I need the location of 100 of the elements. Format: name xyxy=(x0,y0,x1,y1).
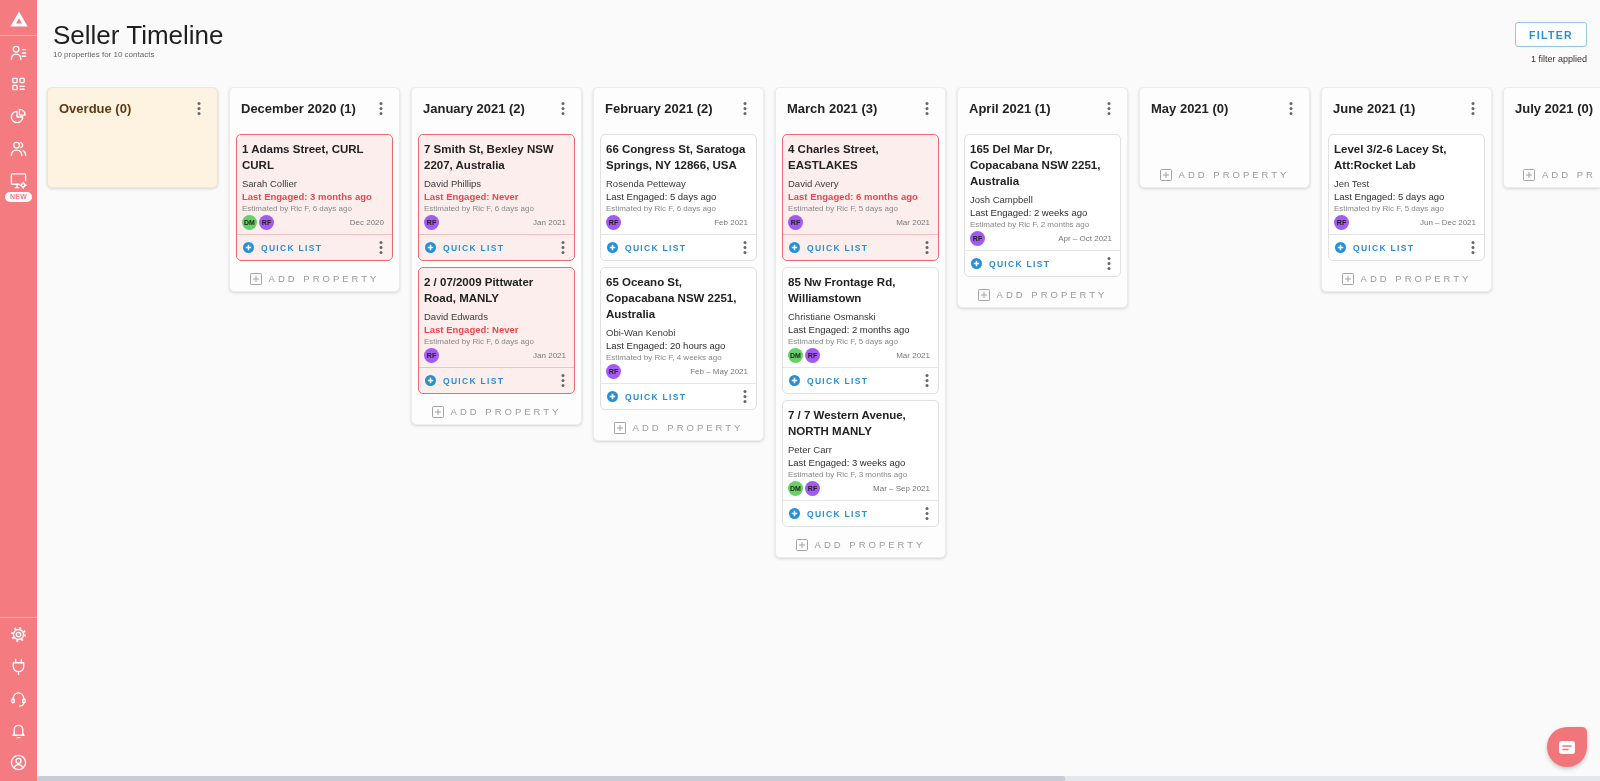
estimate-note: Estimated by Ric F, 5 days ago xyxy=(788,203,899,214)
add-property-button[interactable]: ADD PROPERTY xyxy=(249,266,380,291)
plus-circle-icon xyxy=(789,242,800,253)
property-address: 7 Smith St, Bexley NSW 2207, Australia xyxy=(424,142,555,173)
date-range: Mar – Sep 2021 xyxy=(873,484,930,493)
monitor-gear-icon[interactable] xyxy=(10,172,27,189)
add-property-button[interactable]: ADD PROPERTY xyxy=(1159,162,1290,187)
date-range: Mar 2021 xyxy=(896,351,930,360)
quick-list-button[interactable]: QUICK LIST xyxy=(607,391,687,402)
property-address: 85 Nw Frontage Rd, Williamstown xyxy=(788,275,897,306)
date-range: Mar 2021 xyxy=(896,218,930,227)
scrollbar-thumb[interactable] xyxy=(37,776,1065,781)
contact-name: Jen Test xyxy=(1334,177,1371,190)
plus-square-icon xyxy=(431,405,444,418)
quick-list-button[interactable]: QUICK LIST xyxy=(425,375,505,386)
property-address: 165 Del Mar Dr, Copacabana NSW 2251, Australia xyxy=(970,142,1102,189)
plus-square-icon xyxy=(1523,168,1535,181)
plug-icon[interactable] xyxy=(10,658,27,675)
plus-square-icon xyxy=(613,421,626,434)
more-options-icon[interactable] xyxy=(925,374,929,387)
quick-list-button[interactable]: QUICK LIST xyxy=(789,508,869,519)
column-title: May 2021 (0) xyxy=(1151,100,1229,116)
add-property-button[interactable]: ADD PROPERTY xyxy=(431,399,562,424)
column-title: December 2020 (1) xyxy=(241,100,356,116)
more-options-icon[interactable] xyxy=(561,374,565,387)
more-options-icon[interactable] xyxy=(379,241,383,254)
quick-list-button[interactable]: QUICK LIST xyxy=(425,242,505,253)
last-engaged: Last Engaged: 2 months ago xyxy=(788,323,911,336)
contact-name: Obi-Wan Kenobi xyxy=(606,326,677,339)
add-property-button[interactable]: ADD PROPERTY xyxy=(977,282,1108,307)
quick-list-button[interactable]: QUICK LIST xyxy=(971,258,1051,269)
property-address: 65 Oceano St, Copacabana NSW 2251, Australia xyxy=(606,275,738,322)
more-options-icon[interactable] xyxy=(379,101,383,115)
page-subtitle: 10 properties for 10 contacts xyxy=(53,50,156,60)
last-engaged: Last Engaged: Never xyxy=(424,190,520,203)
contact-name: David Edwards xyxy=(424,310,489,323)
logo-icon[interactable] xyxy=(9,11,28,27)
quick-list-button[interactable]: QUICK LIST xyxy=(1335,242,1415,253)
last-engaged: Last Engaged: 2 weeks ago xyxy=(970,206,1089,219)
dashboard-icon[interactable] xyxy=(10,76,27,93)
quick-list-button[interactable]: QUICK LIST xyxy=(789,375,869,386)
more-options-icon[interactable] xyxy=(1107,257,1111,270)
filter-button[interactable]: FILTER xyxy=(1515,22,1587,47)
column-title: April 2021 (1) xyxy=(969,100,1051,116)
add-property-button[interactable]: ADD PROPERTY xyxy=(613,415,744,440)
more-options-icon[interactable] xyxy=(743,390,747,403)
horizontal-scrollbar[interactable] xyxy=(37,776,1600,781)
user-circle-icon[interactable] xyxy=(10,754,27,771)
contact-list-icon[interactable] xyxy=(10,44,27,61)
column-title: June 2021 (1) xyxy=(1333,100,1416,116)
property-address: 4 Charles Street, EASTLAKES xyxy=(788,142,880,173)
more-options-icon[interactable] xyxy=(743,241,747,254)
chat-icon xyxy=(1559,740,1575,754)
plus-circle-icon xyxy=(243,242,254,253)
more-options-icon[interactable] xyxy=(1471,241,1475,254)
quick-list-button[interactable]: QUICK LIST xyxy=(243,242,323,253)
more-options-icon[interactable] xyxy=(925,101,929,115)
estimate-note: Estimated by Ric F, 2 months ago xyxy=(970,219,1091,230)
contact-name: Sarah Collier xyxy=(242,177,298,190)
property-address: 7 / 7 Western Avenue, NORTH MANLY xyxy=(788,408,907,439)
date-range: Feb 2021 xyxy=(714,218,748,227)
last-engaged: Last Engaged: 6 months ago xyxy=(788,190,919,203)
column-title: Overdue (0) xyxy=(59,100,132,116)
filter-status: 1 filter applied xyxy=(1530,53,1587,65)
headset-icon[interactable] xyxy=(10,690,27,707)
pie-chart-icon[interactable] xyxy=(10,108,27,125)
add-property-button[interactable]: ADD PROPERTY xyxy=(795,532,926,557)
plus-square-icon xyxy=(249,272,262,285)
plus-square-icon xyxy=(1159,168,1172,181)
quick-list-button[interactable]: QUICK LIST xyxy=(789,242,869,253)
plus-circle-icon xyxy=(425,242,436,253)
settings-icon[interactable] xyxy=(10,626,27,643)
bell-icon[interactable] xyxy=(10,722,27,739)
more-options-icon[interactable] xyxy=(561,101,565,115)
more-options-icon[interactable] xyxy=(1471,101,1475,115)
column-title: January 2021 (2) xyxy=(423,100,525,116)
estimate-note: Estimated by Ric F, 6 days ago xyxy=(242,203,353,214)
more-options-icon[interactable] xyxy=(925,241,929,254)
plus-circle-icon xyxy=(607,242,618,253)
estimate-note: Estimated by Ric F, 5 days ago xyxy=(788,336,899,347)
last-engaged: Last Engaged: 5 days ago xyxy=(606,190,718,203)
last-engaged: Last Engaged: 3 weeks ago xyxy=(788,456,907,469)
date-range: Jun – Dec 2021 xyxy=(1419,218,1476,227)
people-icon[interactable] xyxy=(10,140,27,157)
more-options-icon[interactable] xyxy=(1289,101,1293,115)
date-range: Jan 2021 xyxy=(533,218,566,227)
more-options-icon[interactable] xyxy=(197,101,201,115)
more-options-icon[interactable] xyxy=(1107,101,1111,115)
estimate-note: Estimated by Ric F, 4 weeks ago xyxy=(606,352,723,363)
add-property-button[interactable]: ADD PR xyxy=(1523,162,1596,187)
quick-list-button[interactable]: QUICK LIST xyxy=(607,242,687,253)
property-address: 1 Adams Street, CURL CURL xyxy=(242,142,365,173)
estimate-note: Estimated by Ric F, 6 days ago xyxy=(606,203,717,214)
property-address: 2 / 07/2009 Pittwater Road, MANLY xyxy=(424,275,535,306)
more-options-icon[interactable] xyxy=(743,101,747,115)
add-property-button[interactable]: ADD PROPERTY xyxy=(1341,266,1472,291)
last-engaged: Last Engaged: Never xyxy=(424,323,520,336)
more-options-icon[interactable] xyxy=(925,507,929,520)
more-options-icon[interactable] xyxy=(561,241,565,254)
date-range: Apr – Oct 2021 xyxy=(1058,234,1112,243)
